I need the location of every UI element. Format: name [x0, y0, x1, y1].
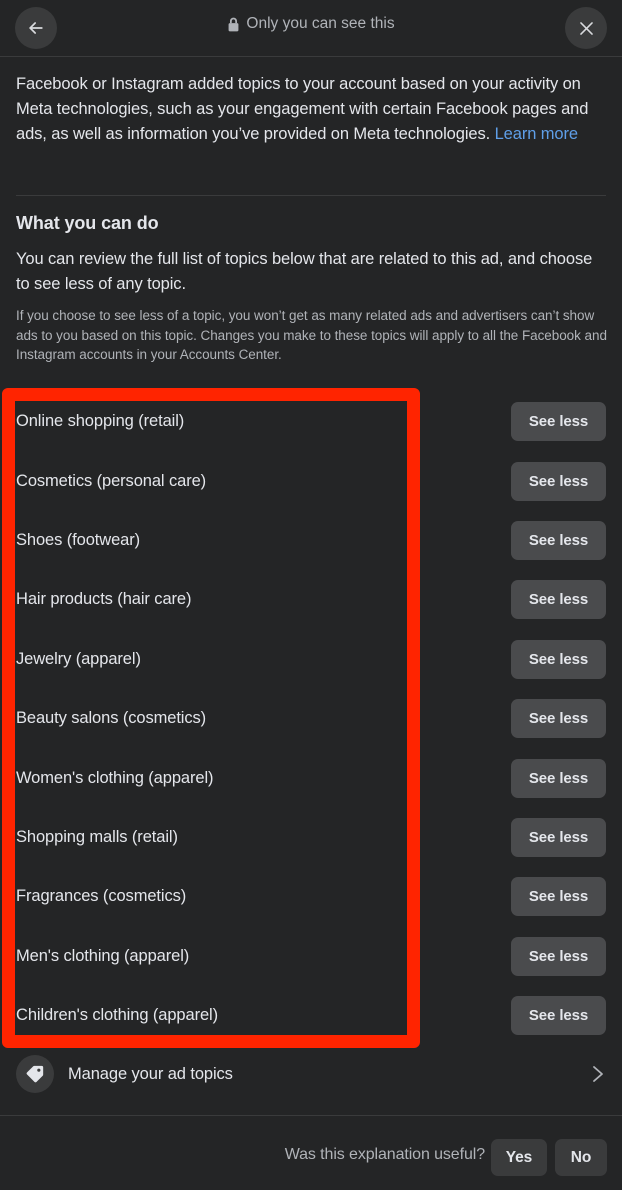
topic-row: Shopping malls (retail) See less — [0, 808, 622, 867]
lock-icon — [227, 17, 240, 32]
see-less-button[interactable]: See less — [511, 402, 606, 442]
close-icon — [577, 19, 596, 38]
topic-row: Jewelry (apparel) See less — [0, 630, 622, 689]
topic-label: Women's clothing (apparel) — [16, 768, 214, 787]
see-less-button[interactable]: See less — [511, 520, 606, 560]
topic-label: Jewelry (apparel) — [16, 649, 141, 668]
see-less-button[interactable]: See less — [511, 580, 606, 620]
feedback-no-button[interactable]: No — [555, 1139, 607, 1176]
tag-icon — [16, 1055, 54, 1093]
topic-row: Beauty salons (cosmetics) See less — [0, 689, 622, 748]
topic-row: Cosmetics (personal care) See less — [0, 451, 622, 510]
topic-label: Cosmetics (personal care) — [16, 471, 207, 490]
topic-row: Fragrances (cosmetics) See less — [0, 867, 622, 926]
see-less-button[interactable]: See less — [511, 699, 606, 739]
topic-row: Women's clothing (apparel) See less — [0, 748, 622, 807]
manage-ad-topics-row[interactable]: Manage your ad topics — [0, 1050, 622, 1098]
see-less-button[interactable]: See less — [511, 461, 606, 501]
section-title: What you can do — [16, 213, 159, 233]
manage-ad-topics-label: Manage your ad topics — [68, 1064, 233, 1083]
see-less-button[interactable]: See less — [511, 639, 606, 679]
feedback-yes-button[interactable]: Yes — [491, 1139, 547, 1176]
topic-label: Children's clothing (apparel) — [16, 1006, 219, 1025]
see-less-button[interactable]: See less — [511, 996, 606, 1036]
topic-row: Shoes (footwear) See less — [0, 511, 622, 570]
topic-label: Beauty salons (cosmetics) — [16, 709, 207, 728]
header-title: Only you can see this — [0, 13, 622, 35]
ad-topics-screen: Only you can see this Facebook or Instag… — [0, 0, 622, 1190]
topic-label: Online shopping (retail) — [16, 412, 185, 431]
see-less-button[interactable]: See less — [511, 817, 606, 857]
topic-label: Hair products (hair care) — [16, 590, 192, 609]
section-note: If you choose to see less of a topic, yo… — [16, 308, 607, 362]
feedback-question: Was this explanation useful? — [284, 1146, 485, 1163]
topic-row: Children's clothing (apparel) See less — [0, 986, 622, 1045]
chevron-right-icon — [590, 1062, 606, 1086]
divider-top — [16, 195, 606, 196]
topic-label: Shoes (footwear) — [16, 530, 141, 549]
section-body: You can review the full list of topics b… — [16, 250, 593, 293]
topic-label: Fragrances (cosmetics) — [16, 887, 187, 906]
see-less-button[interactable]: See less — [511, 758, 606, 798]
topic-row: Online shopping (retail) See less — [0, 392, 622, 451]
learn-more-link[interactable]: Learn more — [495, 125, 578, 143]
intro-paragraph: Facebook or Instagram added topics to yo… — [16, 72, 604, 147]
header-bar: Only you can see this — [0, 0, 622, 57]
topic-row: Hair products (hair care) See less — [0, 570, 622, 629]
topic-row: Men's clothing (apparel) See less — [0, 927, 622, 986]
close-button[interactable] — [565, 7, 607, 49]
topic-list: Online shopping (retail) See less Cosmet… — [0, 392, 622, 1045]
see-less-button[interactable]: See less — [511, 936, 606, 976]
topic-label: Men's clothing (apparel) — [16, 946, 190, 965]
header-title-text: Only you can see this — [246, 15, 395, 32]
topic-label: Shopping malls (retail) — [16, 827, 178, 846]
see-less-button[interactable]: See less — [511, 877, 606, 917]
